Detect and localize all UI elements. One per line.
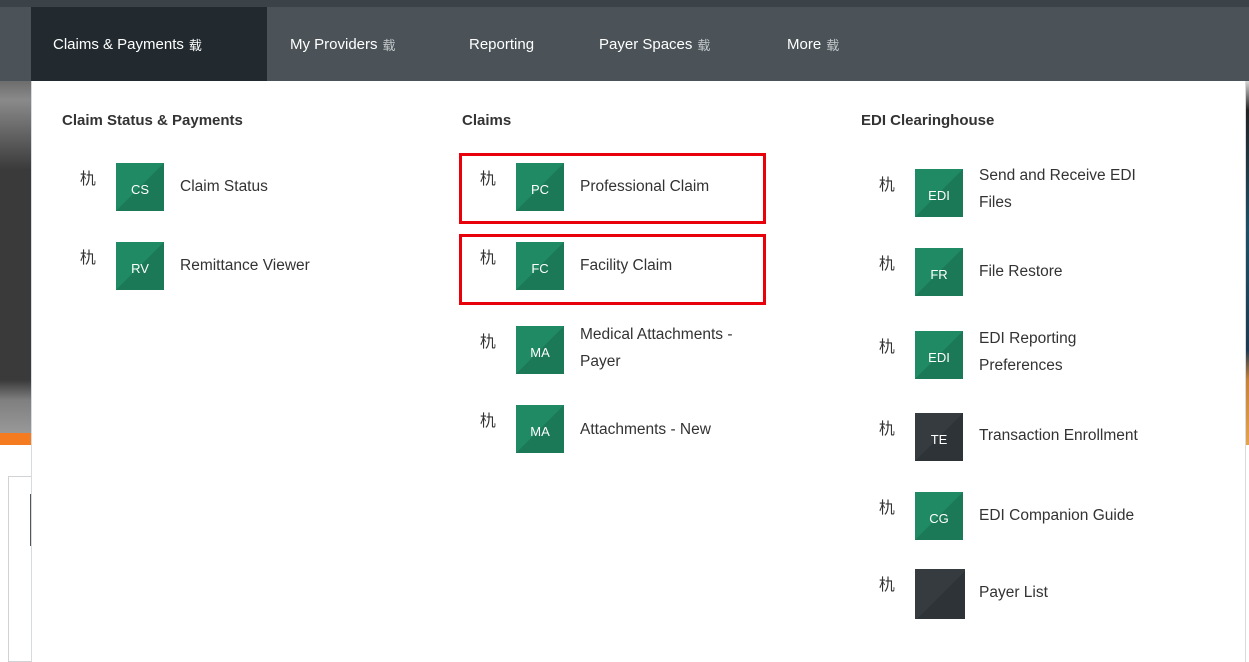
menu-item-label: Transaction Enrollment — [979, 427, 1138, 444]
menu-item-payer-list[interactable]: 朹 Payer List — [879, 569, 1199, 619]
nav-label: My Providers — [290, 35, 378, 53]
chevron-down-icon: 载 — [188, 37, 202, 53]
tile-abbreviation: FR — [930, 267, 948, 282]
app-tile-icon: MA — [516, 405, 564, 453]
app-tile-icon: FR — [915, 248, 963, 296]
pin-icon[interactable]: 朹 — [879, 340, 895, 356]
app-tile-icon: MA — [516, 326, 564, 374]
menu-item-label: EDI Companion Guide — [979, 507, 1135, 524]
tile-abbreviation: EDI — [928, 188, 950, 203]
tile-abbreviation: CS — [130, 182, 150, 197]
nav-reporting[interactable]: Reporting — [469, 7, 534, 81]
pin-icon[interactable]: 朹 — [879, 501, 895, 517]
menu-item-label: Medical Attachments - — [580, 326, 733, 343]
menu-item-send-receive-edi-files[interactable]: 朹 EDI Send and Receive EDI Files — [879, 167, 1199, 217]
menu-item-label: Payer List — [979, 584, 1048, 601]
pin-icon[interactable]: 朹 — [879, 257, 895, 273]
menu-item-remittance-viewer[interactable]: 朹 RV Remittance Viewer — [80, 242, 380, 290]
menu-item-medical-attachments-payer[interactable]: 朹 MA Medical Attachments - Payer — [480, 326, 780, 374]
tile-abbreviation: TE — [930, 432, 948, 447]
tile-abbreviation: MA — [530, 345, 550, 360]
page-background-top — [0, 0, 1249, 7]
nav-label: Claims & Payments — [53, 35, 184, 53]
column-title-claims: Claims — [462, 112, 512, 129]
menu-item-label: Professional Claim — [580, 178, 710, 195]
app-tile-icon: TE — [915, 413, 963, 461]
menu-item-file-restore[interactable]: 朹 FR File Restore — [879, 248, 1199, 296]
nav-my-providers[interactable]: My Providers 载 — [290, 7, 396, 81]
app-tile-icon: FC — [516, 242, 564, 290]
nav-payer-spaces[interactable]: Payer Spaces 载 — [599, 7, 710, 81]
menu-item-edi-companion-guide[interactable]: 朹 CG EDI Companion Guide — [879, 492, 1219, 540]
menu-item-label: File Restore — [979, 263, 1063, 280]
chevron-down-icon: 载 — [826, 37, 840, 53]
nav-claims-payments[interactable]: Claims & Payments 载 — [31, 7, 267, 81]
pin-icon[interactable]: 朹 — [480, 251, 496, 267]
menu-item-label: Preferences — [979, 357, 1063, 374]
background-banner-left — [0, 80, 32, 435]
pin-icon[interactable]: 朹 — [480, 335, 496, 351]
menu-item-label: Payer — [580, 353, 621, 370]
nav-more[interactable]: More 载 — [787, 7, 839, 81]
menu-item-facility-claim[interactable]: 朹 FC Facility Claim — [480, 242, 760, 290]
pin-icon[interactable]: 朹 — [879, 178, 895, 194]
app-tile-icon: EDI — [915, 331, 963, 379]
pin-icon[interactable]: 朹 — [480, 172, 496, 188]
menu-item-label: Facility Claim — [580, 257, 673, 274]
tile-abbreviation: PC — [530, 182, 550, 197]
menu-item-claim-status[interactable]: 朹 CS Claim Status — [80, 163, 340, 211]
menu-item-transaction-enrollment[interactable]: 朹 TE Transaction Enrollment — [879, 413, 1219, 461]
menu-item-edi-reporting-preferences[interactable]: 朹 EDI EDI Reporting Preferences — [879, 330, 1199, 379]
app-tile-icon: RV — [116, 242, 164, 290]
nav-label: More — [787, 35, 822, 53]
chevron-down-icon: 载 — [697, 37, 711, 53]
app-tile-icon: CS — [116, 163, 164, 211]
menu-item-label: Attachments - New — [580, 421, 711, 438]
menu-item-label: Claim Status — [180, 178, 268, 195]
app-tile-icon: CG — [915, 492, 963, 540]
nav-label: Payer Spaces — [599, 35, 693, 53]
menu-item-attachments-new[interactable]: 朹 MA Attachments - New — [480, 405, 780, 453]
tile-abbreviation: FC — [531, 261, 549, 276]
pin-icon[interactable]: 朹 — [879, 578, 895, 594]
app-tile-icon: PC — [516, 163, 564, 211]
pin-icon[interactable]: 朹 — [80, 172, 96, 188]
top-navigation-bar: Claims & Payments 载 My Providers 载 Repor… — [0, 7, 1249, 81]
pin-icon[interactable]: 朹 — [80, 251, 96, 267]
column-title-claim-status-payments: Claim Status & Payments — [62, 112, 243, 129]
pin-icon[interactable]: 朹 — [879, 422, 895, 438]
app-tile-icon — [915, 569, 965, 619]
menu-item-label: EDI Reporting — [979, 330, 1077, 347]
tile-abbreviation: RV — [131, 261, 149, 276]
chevron-down-icon: 载 — [382, 37, 396, 53]
menu-item-label: Send and Receive EDI — [979, 167, 1136, 184]
pin-icon[interactable]: 朹 — [480, 414, 496, 430]
background-accent-left — [0, 433, 32, 445]
menu-item-label: Remittance Viewer — [180, 257, 310, 274]
tile-abbreviation: CG — [929, 511, 949, 526]
tile-abbreviation: MA — [530, 424, 550, 439]
tile-abbreviation: EDI — [928, 350, 950, 365]
menu-item-professional-claim[interactable]: 朹 PC Professional Claim — [480, 163, 760, 211]
app-tile-icon: EDI — [915, 169, 963, 217]
column-title-edi-clearinghouse: EDI Clearinghouse — [861, 112, 995, 129]
nav-label: Reporting — [469, 35, 535, 53]
menu-item-label: Files — [979, 194, 1012, 211]
background-panel-left — [8, 476, 32, 662]
